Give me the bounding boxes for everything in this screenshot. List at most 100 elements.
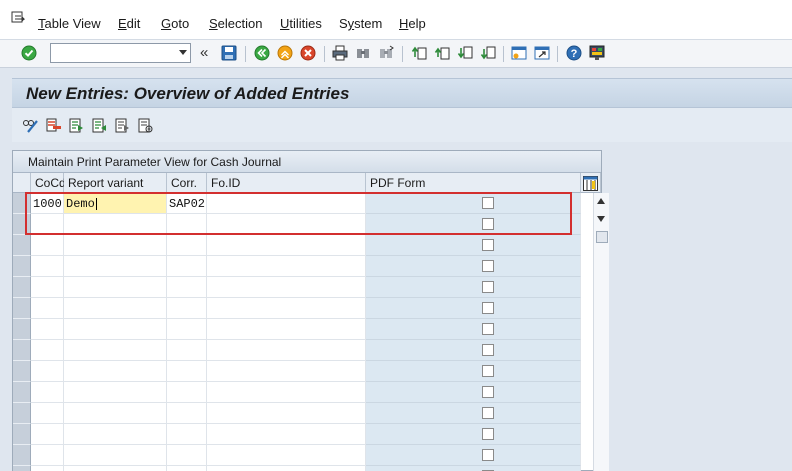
cell-cocd[interactable] xyxy=(31,361,64,382)
create-session-icon[interactable] xyxy=(510,44,528,62)
cell-report-variant[interactable]: Demo xyxy=(64,193,167,214)
scroll-thumb[interactable] xyxy=(596,231,608,243)
chevron-down-icon[interactable] xyxy=(179,50,187,55)
first-page-icon[interactable] xyxy=(410,44,428,62)
cell-corr[interactable] xyxy=(167,466,207,471)
previous-entry-icon[interactable] xyxy=(91,117,108,134)
row-selector[interactable] xyxy=(13,382,31,403)
cell-corr[interactable] xyxy=(167,319,207,340)
cell-pdf-form[interactable] xyxy=(366,319,581,340)
cell-foid[interactable] xyxy=(207,361,366,382)
pdf-form-checkbox[interactable] xyxy=(482,323,494,335)
cell-report-variant[interactable] xyxy=(64,277,167,298)
cell-cocd[interactable] xyxy=(31,340,64,361)
cell-pdf-form[interactable] xyxy=(366,277,581,298)
cell-report-variant[interactable] xyxy=(64,361,167,382)
cell-report-variant[interactable] xyxy=(64,466,167,471)
column-header-corr[interactable]: Corr. xyxy=(167,173,207,193)
pdf-form-checkbox[interactable] xyxy=(482,407,494,419)
cell-cocd[interactable] xyxy=(31,466,64,471)
scroll-down-icon[interactable] xyxy=(597,216,605,222)
cell-corr[interactable] xyxy=(167,445,207,466)
cell-corr[interactable] xyxy=(167,277,207,298)
shortcut-icon[interactable] xyxy=(533,44,551,62)
cell-foid[interactable] xyxy=(207,256,366,277)
previous-page-icon[interactable] xyxy=(433,44,451,62)
menu-edit[interactable]: Edit xyxy=(118,16,140,31)
cell-foid[interactable] xyxy=(207,340,366,361)
table-settings-icon[interactable] xyxy=(581,174,599,192)
row-selector[interactable] xyxy=(13,298,31,319)
cell-cocd[interactable] xyxy=(31,256,64,277)
pdf-form-checkbox[interactable] xyxy=(482,344,494,356)
select-all-rows-button[interactable] xyxy=(13,173,31,193)
cell-foid[interactable] xyxy=(207,382,366,403)
cell-corr[interactable] xyxy=(167,235,207,256)
cell-report-variant[interactable] xyxy=(64,445,167,466)
delete-entry-icon[interactable] xyxy=(45,117,62,134)
cell-cocd[interactable] xyxy=(31,277,64,298)
pdf-form-checkbox[interactable] xyxy=(482,302,494,314)
copy-as-icon[interactable] xyxy=(68,117,85,134)
pdf-form-checkbox[interactable] xyxy=(482,365,494,377)
collapse-command-icon[interactable]: « xyxy=(200,44,208,62)
cell-pdf-form[interactable] xyxy=(366,445,581,466)
cell-foid[interactable] xyxy=(207,466,366,471)
row-selector[interactable] xyxy=(13,340,31,361)
cell-report-variant[interactable] xyxy=(64,424,167,445)
cell-report-variant[interactable] xyxy=(64,403,167,424)
cell-report-variant[interactable] xyxy=(64,214,167,235)
cell-corr[interactable] xyxy=(167,340,207,361)
cell-cocd[interactable] xyxy=(31,298,64,319)
cancel-icon[interactable] xyxy=(299,44,317,62)
layout-menu-icon[interactable] xyxy=(588,44,606,62)
cell-cocd[interactable] xyxy=(31,319,64,340)
find-next-icon[interactable] xyxy=(377,44,395,62)
cell-pdf-form[interactable] xyxy=(366,424,581,445)
cell-cocd[interactable] xyxy=(31,382,64,403)
row-selector[interactable] xyxy=(13,361,31,382)
cell-foid[interactable] xyxy=(207,424,366,445)
cell-foid[interactable] xyxy=(207,277,366,298)
cell-report-variant[interactable] xyxy=(64,340,167,361)
next-page-icon[interactable] xyxy=(456,44,474,62)
command-field[interactable] xyxy=(50,43,191,63)
cell-cocd[interactable] xyxy=(31,445,64,466)
cell-corr[interactable] xyxy=(167,403,207,424)
scroll-up-icon[interactable] xyxy=(597,198,605,204)
command-input[interactable] xyxy=(51,44,171,62)
back-icon[interactable] xyxy=(253,44,271,62)
cell-report-variant[interactable] xyxy=(64,256,167,277)
row-selector[interactable] xyxy=(13,466,31,471)
cell-cocd[interactable] xyxy=(31,214,64,235)
row-selector[interactable] xyxy=(13,256,31,277)
last-page-icon[interactable] xyxy=(479,44,497,62)
cell-foid[interactable] xyxy=(207,445,366,466)
menu-goto[interactable]: Goto xyxy=(161,16,189,31)
exit-icon[interactable] xyxy=(276,44,294,62)
cell-pdf-form[interactable] xyxy=(366,214,581,235)
help-icon[interactable]: ? xyxy=(565,44,583,62)
row-selector[interactable] xyxy=(13,277,31,298)
row-selector[interactable] xyxy=(13,214,31,235)
cell-pdf-form[interactable] xyxy=(366,235,581,256)
cell-foid[interactable] xyxy=(207,235,366,256)
row-selector[interactable] xyxy=(13,445,31,466)
cell-report-variant[interactable] xyxy=(64,319,167,340)
cell-cocd[interactable]: 1000 xyxy=(31,193,64,214)
pdf-form-checkbox[interactable] xyxy=(482,197,494,209)
column-header-foid[interactable]: Fo.ID xyxy=(207,173,366,193)
cell-corr[interactable] xyxy=(167,298,207,319)
pdf-form-checkbox[interactable] xyxy=(482,218,494,230)
cell-cocd[interactable] xyxy=(31,403,64,424)
cell-pdf-form[interactable] xyxy=(366,193,581,214)
cell-corr[interactable] xyxy=(167,361,207,382)
cell-pdf-form[interactable] xyxy=(366,298,581,319)
vertical-scrollbar[interactable] xyxy=(593,193,609,471)
print-icon[interactable] xyxy=(331,44,349,62)
cell-corr[interactable] xyxy=(167,214,207,235)
pdf-form-checkbox[interactable] xyxy=(482,260,494,272)
cell-report-variant[interactable] xyxy=(64,382,167,403)
cell-pdf-form[interactable] xyxy=(366,340,581,361)
cell-pdf-form[interactable] xyxy=(366,361,581,382)
